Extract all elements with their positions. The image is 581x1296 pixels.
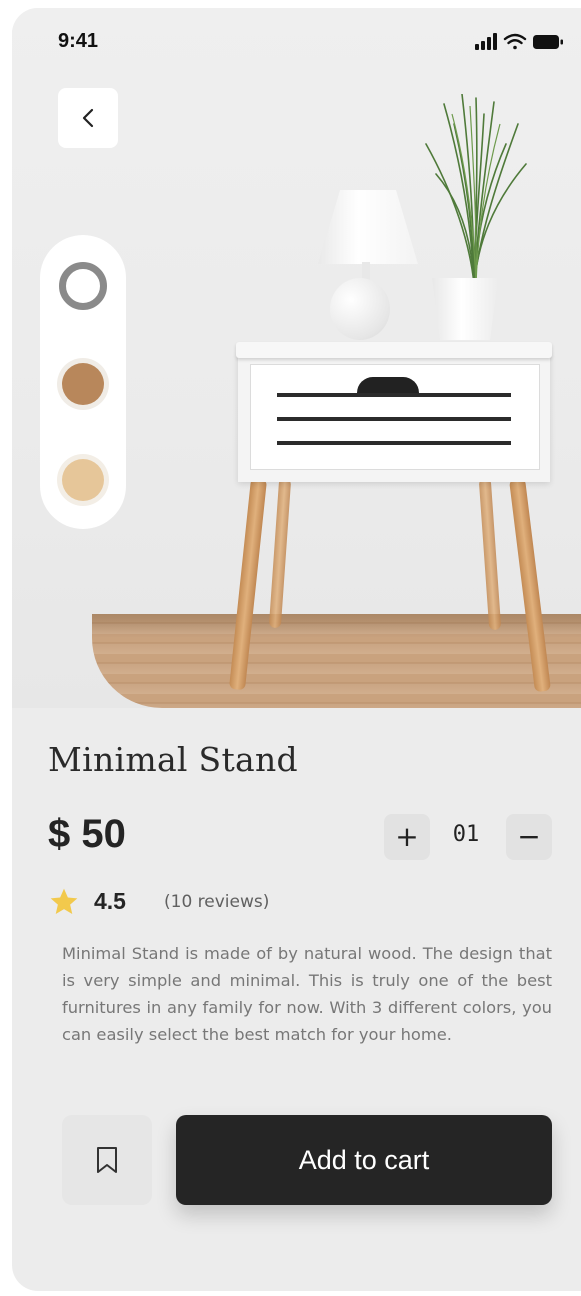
stand-drawer — [250, 364, 540, 470]
color-swatch-brown[interactable] — [57, 358, 109, 410]
plant-pot — [432, 278, 498, 340]
product-price: $ 50 — [48, 812, 126, 856]
status-time: 9:41 — [58, 30, 99, 52]
stand-leg — [268, 477, 292, 629]
lamp-shade — [318, 190, 418, 264]
star-icon — [50, 888, 78, 914]
chevron-left-icon — [82, 108, 94, 128]
rating-value: 4.5 — [94, 888, 126, 914]
product-title: Minimal Stand — [48, 740, 298, 779]
battery-icon — [533, 35, 563, 49]
back-button[interactable] — [58, 88, 118, 148]
color-swatch-gray[interactable] — [59, 262, 107, 310]
quantity-increase-button[interactable]: + — [384, 814, 430, 860]
product-description: Minimal Stand is made of by natural wood… — [62, 944, 552, 1044]
review-count[interactable]: (10 reviews) — [164, 892, 269, 912]
wifi-icon — [503, 33, 527, 50]
quantity-value: 01 — [452, 822, 480, 847]
lamp-base — [330, 278, 390, 340]
color-swatch-beige[interactable] — [57, 454, 109, 506]
add-to-cart-button[interactable]: Add to cart — [176, 1115, 552, 1205]
product-screen: 9:41 Minimal Stand $ 50 + 01 − 4.5 (10 r… — [12, 8, 581, 1291]
bookmark-button[interactable] — [62, 1115, 152, 1205]
color-selector — [40, 235, 126, 529]
status-icons — [475, 33, 563, 50]
stand-top — [236, 342, 552, 358]
quantity-decrease-button[interactable]: − — [506, 814, 552, 860]
stand-leg — [478, 477, 502, 631]
signal-icon — [475, 33, 497, 50]
bookmark-icon — [97, 1147, 117, 1173]
plant-grass — [425, 94, 527, 284]
